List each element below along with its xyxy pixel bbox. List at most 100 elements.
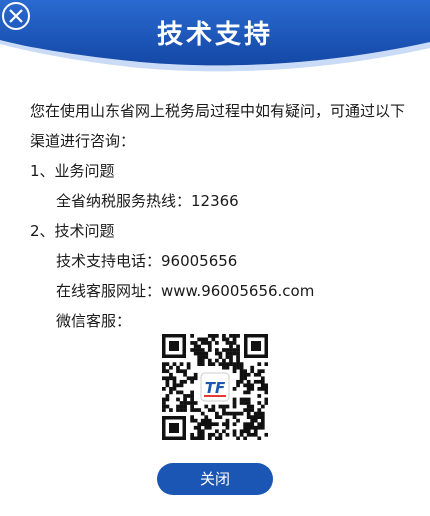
qr-module xyxy=(204,415,209,419)
qr-logo-text: TF xyxy=(205,379,226,397)
qr-module xyxy=(236,355,240,359)
qr-module xyxy=(246,425,251,430)
qr-module xyxy=(162,362,166,366)
qr-code-image: TF xyxy=(162,334,269,441)
qr-module xyxy=(207,341,212,345)
qr-module xyxy=(179,404,184,409)
qr-module xyxy=(165,394,170,398)
qr-module xyxy=(232,422,237,427)
qr-module xyxy=(215,358,219,363)
qr-module xyxy=(218,415,223,419)
qr-module xyxy=(162,397,166,402)
qr-module xyxy=(222,411,226,416)
qr-module xyxy=(165,397,170,402)
qr-module xyxy=(232,369,237,374)
qr-module xyxy=(204,337,209,342)
qr-module xyxy=(176,369,180,374)
qr-module xyxy=(207,358,212,363)
qr-module xyxy=(197,432,202,437)
qr-module xyxy=(253,415,258,419)
qr-module xyxy=(200,432,205,437)
qr-module xyxy=(193,376,198,381)
qr-module xyxy=(215,422,219,427)
qr-module xyxy=(246,429,251,434)
qr-module xyxy=(165,379,170,384)
qr-module xyxy=(176,404,180,409)
qr-module xyxy=(211,337,216,342)
qr-module xyxy=(200,341,205,345)
close-button[interactable]: 关闭 xyxy=(157,463,273,495)
qr-module xyxy=(183,401,187,405)
qr-module xyxy=(193,344,198,349)
qr-module xyxy=(197,422,202,427)
qr-module xyxy=(229,344,233,349)
qr-module xyxy=(243,408,247,412)
wechat-qr-code: TF xyxy=(162,334,269,441)
qr-module xyxy=(218,355,223,359)
qr-module xyxy=(253,411,258,416)
qr-module xyxy=(253,418,258,423)
qr-module xyxy=(260,376,265,381)
qr-module xyxy=(250,408,255,412)
qr-module xyxy=(257,436,262,441)
qr-module xyxy=(172,362,177,366)
qr-module xyxy=(222,422,226,427)
qr-module xyxy=(257,415,262,419)
qr-module xyxy=(179,362,184,366)
qr-module xyxy=(239,429,244,434)
qr-module xyxy=(253,429,258,434)
qr-module xyxy=(229,362,233,366)
qr-module xyxy=(179,369,184,374)
qr-module xyxy=(197,408,202,412)
qr-module xyxy=(246,387,251,391)
dialog-title: 技术支持 xyxy=(156,20,273,50)
tech-support-dialog: 技术支持 您在使用山东省网上税务局过程中如有疑问，可通过以下渠道进行咨询： 1、… xyxy=(0,0,430,516)
close-circle-icon[interactable] xyxy=(0,0,32,32)
qr-module xyxy=(239,362,244,366)
intro-text: 您在使用山东省网上税务局过程中如有疑问，可通过以下渠道进行咨询： xyxy=(30,102,406,150)
qr-module xyxy=(260,383,265,388)
qr-module xyxy=(169,390,173,395)
qr-module xyxy=(207,418,212,423)
qr-module xyxy=(197,425,202,430)
qr-module xyxy=(236,334,240,338)
qr-module xyxy=(190,397,194,402)
qr-module xyxy=(253,372,258,377)
qr-module xyxy=(162,365,166,370)
qr-module xyxy=(225,351,230,356)
qr-module xyxy=(239,432,244,437)
qr-module xyxy=(172,387,177,391)
qr-module xyxy=(250,418,255,423)
qr-module xyxy=(190,390,194,395)
qr-module xyxy=(207,425,212,430)
qr-module xyxy=(204,355,209,359)
qr-module xyxy=(260,422,265,427)
section-business-heading: 1、业务问题 xyxy=(30,162,115,180)
qr-module xyxy=(232,411,237,416)
qr-module xyxy=(229,351,233,356)
qr-module xyxy=(190,418,194,423)
qr-module xyxy=(243,436,247,441)
qr-module xyxy=(243,425,247,430)
qr-module xyxy=(257,422,262,427)
qr-finder-top-right xyxy=(244,334,268,358)
qr-module xyxy=(257,425,262,430)
qr-module xyxy=(169,408,173,412)
qr-module xyxy=(236,348,240,352)
qr-module xyxy=(200,337,205,342)
qr-module xyxy=(179,408,184,412)
qr-module xyxy=(165,383,170,388)
qr-module xyxy=(239,372,244,377)
qr-module xyxy=(229,334,233,338)
qr-module xyxy=(207,362,212,366)
qr-module xyxy=(193,351,198,356)
qr-module xyxy=(257,369,262,374)
qr-module xyxy=(190,436,194,441)
qr-module xyxy=(264,401,269,405)
qr-module xyxy=(225,422,230,427)
qr-module xyxy=(200,362,205,366)
qr-module xyxy=(250,422,255,427)
qr-module xyxy=(204,422,209,427)
qr-module xyxy=(264,397,269,402)
qr-module xyxy=(215,341,219,345)
